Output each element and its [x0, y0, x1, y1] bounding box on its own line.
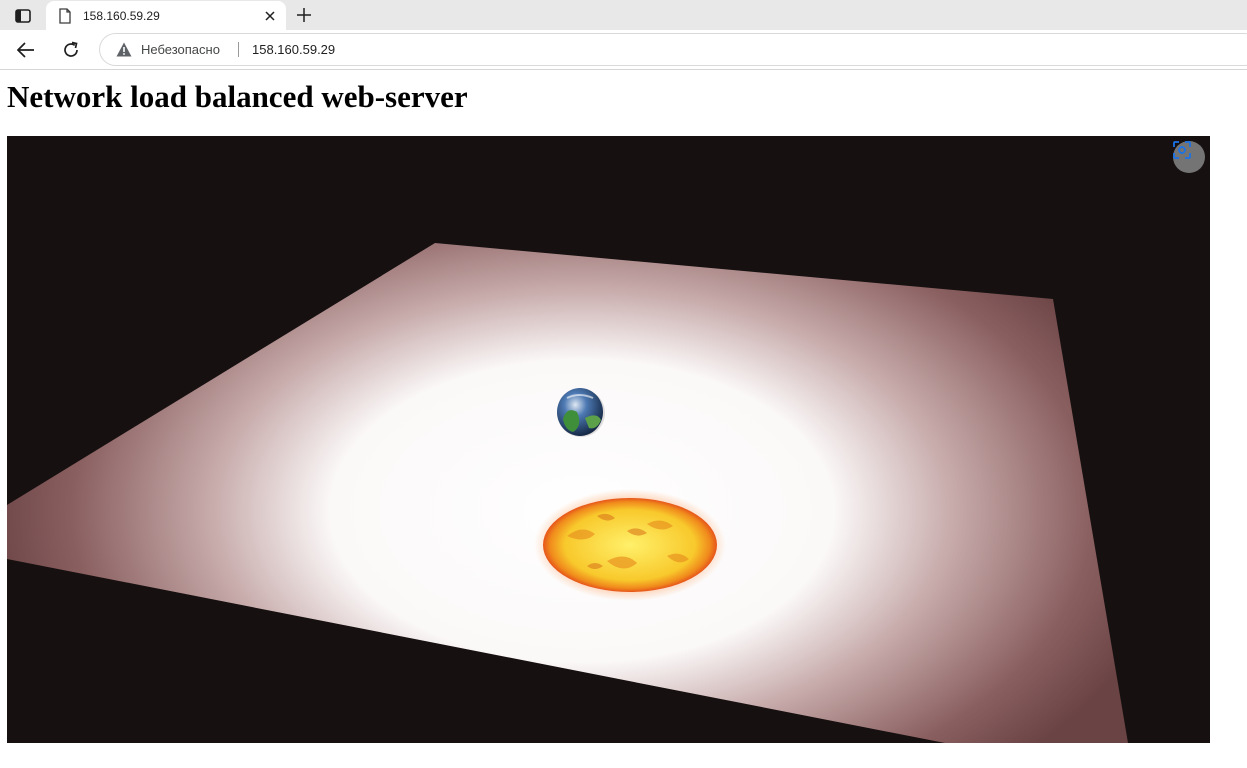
security-status-label[interactable]: Небезопасно	[141, 42, 220, 57]
plus-icon	[297, 8, 311, 22]
url-text[interactable]: 158.160.59.29	[252, 42, 335, 57]
tab-close-button[interactable]	[262, 8, 278, 24]
tab-title: 158.160.59.29	[83, 9, 160, 23]
page-icon	[59, 8, 71, 24]
close-icon	[265, 11, 275, 21]
address-divider	[238, 42, 239, 57]
video-scene	[7, 243, 1128, 743]
back-button[interactable]	[14, 38, 38, 62]
fabric-sheet	[7, 243, 1128, 743]
tab-actions-icon	[15, 9, 31, 23]
back-arrow-icon	[17, 42, 34, 58]
browser-tab-active[interactable]: 158.160.59.29	[46, 1, 286, 31]
new-tab-button[interactable]	[292, 4, 316, 26]
screen-capture-icon	[1173, 141, 1191, 159]
browser-toolbar: Небезопасно 158.160.59.29	[0, 30, 1247, 70]
tab-actions-button[interactable]	[10, 5, 36, 27]
address-bar[interactable]: Небезопасно 158.160.59.29	[100, 34, 1247, 65]
warning-icon[interactable]	[116, 42, 132, 57]
reload-button[interactable]	[59, 38, 83, 62]
screen-capture-button[interactable]	[1173, 141, 1205, 173]
page-heading: Network load balanced web-server	[7, 79, 468, 114]
reload-icon	[64, 41, 78, 57]
sun-sphere	[534, 489, 726, 601]
video-player[interactable]	[7, 136, 1210, 743]
tab-strip: 158.160.59.29	[0, 0, 1247, 31]
